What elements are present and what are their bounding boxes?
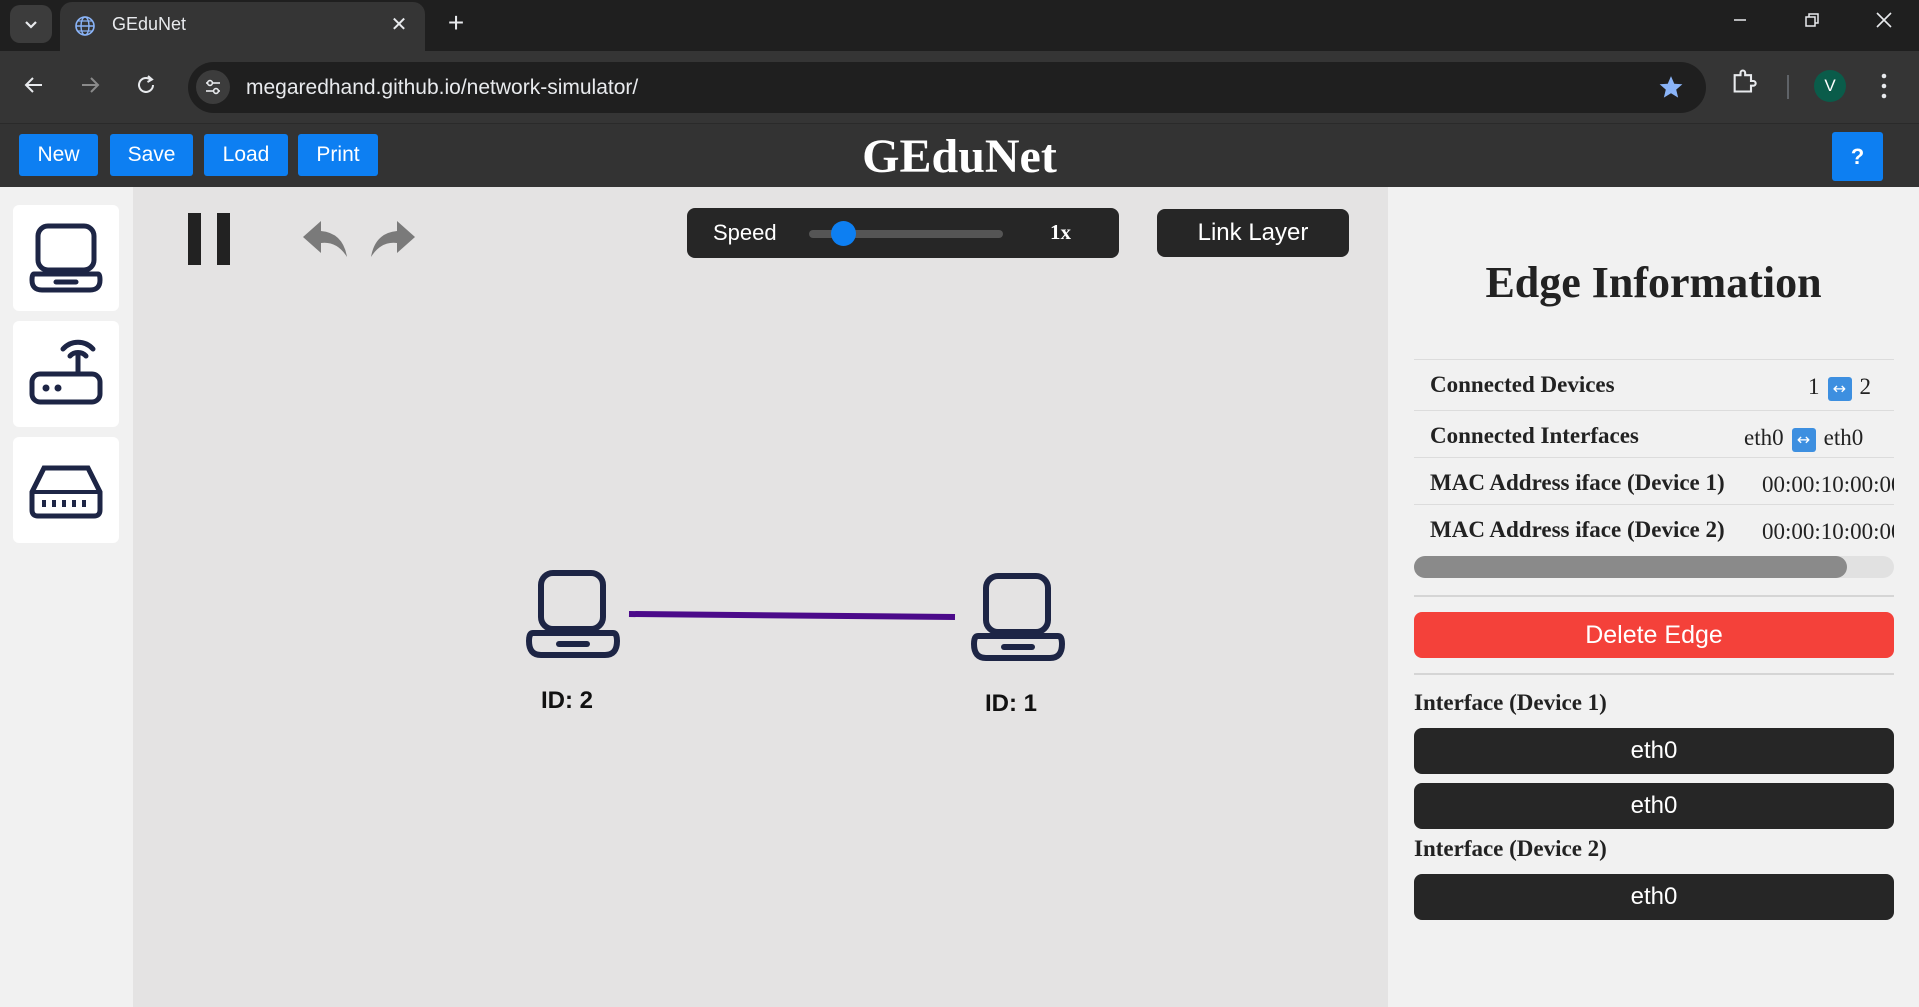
interface-device-2-label: Interface (Device 2) (1414, 836, 1607, 861)
arrow-left-icon (24, 77, 42, 93)
row-value: 00:00:10:00:00:01 (1762, 519, 1894, 544)
profile-avatar[interactable]: V (1814, 70, 1846, 102)
tune-icon (206, 79, 220, 95)
device-label-1: ID: 1 (985, 690, 1038, 717)
bidirectional-arrow-icon: ↔ (1791, 427, 1816, 452)
palette-host[interactable] (13, 205, 119, 311)
row-mac-device-1: MAC Address iface (Device 1) 00:00:10:00… (1414, 457, 1894, 505)
row-key: Connected Interfaces (1430, 423, 1639, 448)
close-window-button[interactable] (1849, 0, 1919, 40)
delete-edge-button[interactable]: Delete Edge (1414, 612, 1894, 658)
device-host-2[interactable] (523, 565, 623, 665)
url-domain: megaredhand.github.io (246, 76, 461, 99)
interface-device-2-option[interactable]: eth0 (1414, 874, 1894, 920)
new-button[interactable]: New (19, 134, 98, 176)
site-info-button[interactable] (196, 70, 230, 104)
tab-close-icon[interactable]: ✕ (385, 11, 413, 39)
bookmark-star-icon[interactable] (1658, 74, 1684, 100)
globe-icon (75, 16, 95, 36)
row-key: Connected Devices (1430, 372, 1615, 397)
scrollbar-thumb[interactable] (1414, 556, 1847, 578)
row-value: 00:00:10:00:00:02 (1762, 472, 1894, 497)
browser-toolbar: megaredhand.github.io/network-simulator/… (0, 51, 1919, 124)
device-right: 2 (1859, 374, 1872, 399)
divider (1414, 595, 1894, 597)
switch-icon (29, 465, 103, 519)
minimize-button[interactable] (1705, 0, 1775, 40)
row-key: MAC Address iface (Device 2) (1430, 517, 1725, 542)
restore-button[interactable] (1777, 0, 1847, 40)
panel-title: Edge Information (1485, 258, 1822, 307)
forward-button[interactable] (72, 67, 108, 103)
address-bar[interactable]: megaredhand.github.io/network-simulator/ (188, 62, 1706, 113)
close-icon (1876, 12, 1892, 28)
interface-device-1-option[interactable]: eth0 (1414, 728, 1894, 774)
browser-tab-active[interactable]: GEduNet ✕ (60, 2, 425, 51)
reload-icon (138, 75, 154, 93)
load-button[interactable]: Load (204, 134, 288, 176)
row-value: 1 ↔ 2 (1808, 374, 1871, 401)
restore-icon (1805, 13, 1819, 27)
row-connected-interfaces: Connected Interfaces eth0 ↔ eth0 (1414, 410, 1894, 458)
row-key: MAC Address iface (Device 1) (1430, 470, 1725, 495)
row-connected-devices: Connected Devices 1 ↔ 2 (1414, 359, 1894, 407)
iface-left: eth0 (1744, 425, 1784, 450)
device-left: 1 (1808, 374, 1820, 399)
toolbar-separator (1787, 75, 1789, 99)
minimize-icon (1734, 19, 1746, 21)
table-horizontal-scrollbar[interactable] (1414, 556, 1894, 578)
iface-right: eth0 (1823, 425, 1864, 450)
palette-switch[interactable] (13, 437, 119, 543)
tab-title: GEduNet (112, 14, 187, 34)
tab-search-button[interactable] (10, 5, 52, 43)
reload-button[interactable] (128, 67, 164, 103)
divider (1414, 673, 1894, 675)
url-path: /network-simulator/ (460, 76, 639, 99)
new-tab-button[interactable]: + (438, 6, 474, 42)
extensions-puzzle-icon[interactable] (1730, 67, 1758, 95)
chevron-down-icon (25, 21, 37, 29)
device-label-2: ID: 2 (541, 687, 594, 714)
edge-link[interactable] (133, 187, 1388, 1007)
interface-device-1-label: Interface (Device 1) (1414, 690, 1607, 715)
interface-device-1-option[interactable]: eth0 (1414, 783, 1894, 829)
laptop-icon (970, 573, 1066, 661)
palette-router[interactable] (13, 321, 119, 427)
device-palette (0, 187, 133, 1007)
edge-info-table: Connected Devices 1 ↔ 2 Connected Interfac… (1414, 359, 1894, 549)
bidirectional-arrow-icon: ↔ (1827, 376, 1852, 401)
arrow-right-icon (82, 77, 100, 93)
laptop-icon (525, 570, 621, 658)
back-button[interactable] (16, 67, 52, 103)
network-canvas[interactable]: Speed 1x Link Layer ID: 2 ID: 1 (133, 187, 1388, 1007)
save-button[interactable]: Save (110, 134, 193, 176)
edge-link-line[interactable] (628, 611, 956, 620)
router-icon (29, 339, 103, 405)
device-host-1[interactable] (968, 568, 1068, 668)
laptop-icon (29, 223, 103, 293)
row-mac-device-2: MAC Address iface (Device 2) 00:00:10:00… (1414, 504, 1894, 549)
browser-tabstrip: GEduNet ✕ + (0, 0, 1919, 51)
edge-info-panel: Edge Information Connected Devices 1 ↔ 2 C… (1388, 187, 1919, 1007)
more-vert-icon[interactable] (1872, 69, 1896, 103)
url-text: megaredhand.github.io/network-simulator/ (246, 76, 638, 100)
row-value: eth0 ↔ eth0 (1744, 425, 1863, 452)
app-header: GEduNet New Save Load Print ? (0, 124, 1919, 187)
help-button[interactable]: ? (1832, 132, 1883, 181)
print-button[interactable]: Print (298, 134, 378, 176)
